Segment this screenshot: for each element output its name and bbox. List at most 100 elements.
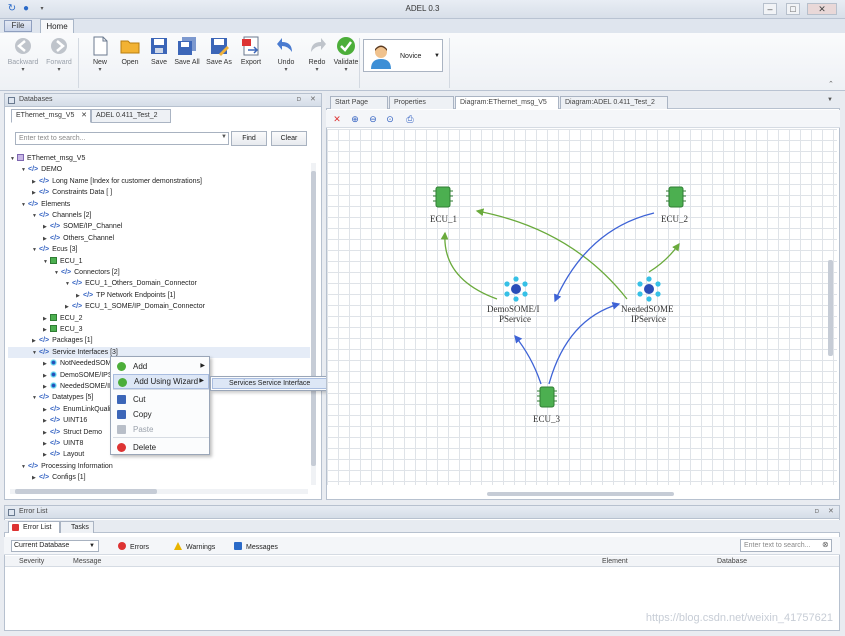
chevron-down-icon[interactable]: ▾ xyxy=(270,66,302,73)
tree-node[interactable]: ▶ </> TP Network Endpoints [1] xyxy=(8,290,310,301)
close-button[interactable]: ✕ xyxy=(807,3,837,15)
tab-list-chevron-icon[interactable]: ▼ xyxy=(827,97,833,103)
collapsed-chevron-icon[interactable]: ▶ xyxy=(32,188,39,199)
diagram-horizontal-scrollbar[interactable] xyxy=(487,492,674,496)
tree-node[interactable]: ▼ </> DEMO xyxy=(8,164,310,175)
tree-node[interactable]: ▶ </> Configs [1] xyxy=(8,472,310,483)
collapse-ribbon-icon[interactable]: ⌃ xyxy=(828,80,834,88)
diagram-canvas[interactable]: ECU_1 ECU_2 ECU_3 DemoSOME/I PService Ne… xyxy=(327,129,837,485)
chevron-down-icon[interactable]: ▾ xyxy=(84,66,116,73)
home-tab[interactable]: Home xyxy=(40,19,74,34)
close-tab-icon[interactable]: ✕ xyxy=(81,110,87,122)
file-tab[interactable]: File xyxy=(4,20,32,32)
delete-icon[interactable]: ✕ xyxy=(332,114,342,124)
messages-filter-button[interactable]: Messages xyxy=(234,542,278,552)
expanded-chevron-icon[interactable]: ▼ xyxy=(21,200,28,211)
tree-node[interactable]: ▶ ECU_3 xyxy=(8,324,310,335)
tree-node[interactable]: ▶ ECU_2 xyxy=(8,313,310,324)
column-message[interactable]: Message xyxy=(73,556,101,567)
collapsed-chevron-icon[interactable]: ▶ xyxy=(43,325,50,336)
tree-node[interactable]: ▶ </> SOME/IP_Channel xyxy=(8,221,310,232)
error-search-input[interactable]: Enter text to search... xyxy=(740,539,832,552)
column-severity[interactable]: Severity xyxy=(19,556,44,567)
save-all-button[interactable]: Save All xyxy=(171,36,203,86)
expanded-chevron-icon[interactable]: ▼ xyxy=(32,245,39,256)
minimize-button[interactable]: – xyxy=(763,3,777,15)
tree-node[interactable]: ▶ </> Others_Channel xyxy=(8,233,310,244)
collapsed-chevron-icon[interactable]: ▶ xyxy=(43,222,50,233)
clear-button[interactable]: Clear xyxy=(271,131,307,146)
tab-adel-test-2[interactable]: ADEL 0.411_Test_2 xyxy=(91,109,171,123)
tree-node[interactable]: ▶ </> Long Name [Index for customer demons… xyxy=(8,176,310,187)
menu-item-add-using-wizard[interactable]: Add Using Wizard ▶ xyxy=(113,374,209,389)
chevron-down-icon[interactable]: ▼ xyxy=(434,53,440,59)
clear-search-icon[interactable]: ⊗ xyxy=(822,540,829,549)
collapsed-chevron-icon[interactable]: ▶ xyxy=(43,314,50,325)
new-button[interactable]: New ▾ xyxy=(84,36,116,86)
collapsed-chevron-icon[interactable]: ▶ xyxy=(43,450,50,461)
expanded-chevron-icon[interactable]: ▼ xyxy=(32,393,39,404)
find-button[interactable]: Find xyxy=(231,131,267,146)
tree-node[interactable]: ▼ </> Ecus [3] xyxy=(8,244,310,255)
menu-item-cut[interactable]: Cut xyxy=(113,392,209,407)
tree-node[interactable]: ▶ </> Packages [1] xyxy=(8,335,310,346)
scope-select[interactable]: Current Database ▼ xyxy=(11,540,99,552)
demo-service-icon[interactable] xyxy=(502,275,530,303)
ecu3-chip-icon[interactable] xyxy=(537,385,557,409)
close-icon[interactable]: ✕ xyxy=(310,94,316,106)
pin-icon[interactable]: ⫐ xyxy=(815,506,819,518)
tab-error-list[interactable]: Error List xyxy=(8,521,60,533)
tree-node[interactable]: ▼ </> Channels [2] xyxy=(8,210,310,221)
validate-button[interactable]: Validate ▾ xyxy=(330,36,362,86)
expanded-chevron-icon[interactable]: ▼ xyxy=(32,211,39,222)
zoom-out-icon[interactable]: ⊖ xyxy=(368,114,378,124)
submenu-item-service-interface[interactable]: Services Service Interface xyxy=(212,378,334,389)
expanded-chevron-icon[interactable]: ▼ xyxy=(65,279,72,290)
expanded-chevron-icon[interactable]: ▼ xyxy=(43,257,50,268)
zoom-in-icon[interactable]: ⊕ xyxy=(350,114,360,124)
tab-ethernet-msg-v5[interactable]: EThernet_msg_V5 ✕ xyxy=(11,109,91,123)
column-database[interactable]: Database xyxy=(717,556,747,567)
chevron-down-icon[interactable]: ▾ xyxy=(7,66,39,73)
errors-filter-button[interactable]: Errors xyxy=(118,542,149,552)
maximize-button[interactable]: □ xyxy=(786,3,800,15)
save-as-button[interactable]: Save As xyxy=(203,36,235,86)
chevron-down-icon[interactable]: ▼ xyxy=(89,541,95,551)
tree-node[interactable]: ▼ </> Elements xyxy=(8,199,310,210)
diagram-tab[interactable]: Diagram:EThernet_msg_V5 xyxy=(455,96,559,109)
scrollbar-thumb[interactable] xyxy=(15,489,157,494)
diagram-tab[interactable]: Start Page xyxy=(330,96,388,109)
zoom-fit-icon[interactable]: ⊙ xyxy=(385,114,395,124)
column-element[interactable]: Element xyxy=(602,556,628,567)
tree-node[interactable]: ▼ </> Processing Information xyxy=(8,461,310,472)
expanded-chevron-icon[interactable]: ▼ xyxy=(32,348,39,359)
collapsed-chevron-icon[interactable]: ▶ xyxy=(43,428,50,439)
menu-item-delete[interactable]: Delete xyxy=(113,440,209,455)
collapsed-chevron-icon[interactable]: ▶ xyxy=(65,302,72,313)
collapsed-chevron-icon[interactable]: ▶ xyxy=(43,416,50,427)
warnings-filter-button[interactable]: Warnings xyxy=(174,542,215,552)
tree-horizontal-scrollbar[interactable] xyxy=(10,489,308,494)
tab-tasks[interactable]: Tasks xyxy=(60,521,94,533)
menu-item-copy[interactable]: Copy xyxy=(113,407,209,422)
collapsed-chevron-icon[interactable]: ▶ xyxy=(32,177,39,188)
search-input[interactable]: Enter text to search... xyxy=(15,132,229,145)
menu-item-add[interactable]: Add ▶ xyxy=(113,359,209,374)
export-button[interactable]: Export xyxy=(235,36,267,86)
collapsed-chevron-icon[interactable]: ▶ xyxy=(32,336,39,347)
collapsed-chevron-icon[interactable]: ▶ xyxy=(43,405,50,416)
collapsed-chevron-icon[interactable]: ▶ xyxy=(43,439,50,450)
ecu2-chip-icon[interactable] xyxy=(666,185,686,209)
tree-node[interactable]: ▼ ECU_1 xyxy=(8,256,310,267)
chevron-down-icon[interactable]: ▼ xyxy=(221,134,227,140)
print-icon[interactable]: ⎙ xyxy=(405,114,415,124)
expanded-chevron-icon[interactable]: ▼ xyxy=(10,154,17,165)
tree-node[interactable]: ▶ </> Constraints Data [ ] xyxy=(8,187,310,198)
undo-button[interactable]: Undo ▾ xyxy=(270,36,302,86)
ecu1-chip-icon[interactable] xyxy=(433,185,453,209)
collapsed-chevron-icon[interactable]: ▶ xyxy=(43,371,50,382)
forward-button[interactable]: Forward ▾ xyxy=(43,36,75,86)
chevron-down-icon[interactable]: ▾ xyxy=(330,66,362,73)
collapsed-chevron-icon[interactable]: ▶ xyxy=(43,234,50,245)
chevron-down-icon[interactable]: ▾ xyxy=(301,66,333,73)
